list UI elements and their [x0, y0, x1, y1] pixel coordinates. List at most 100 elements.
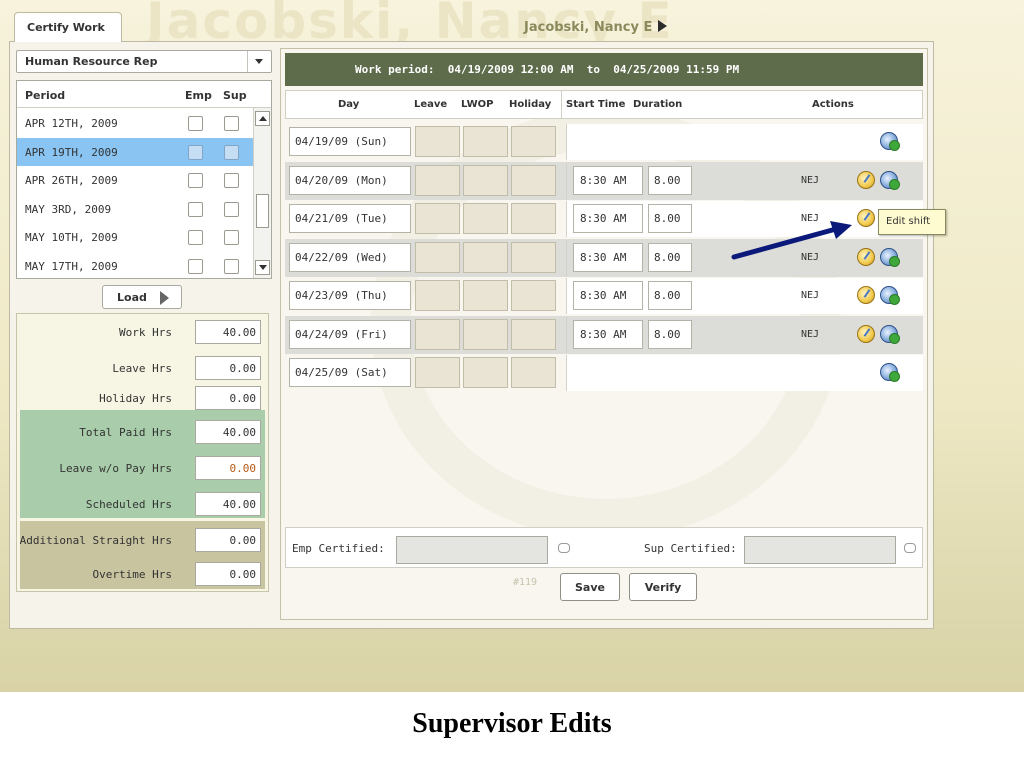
actions-column-header: Actions: [812, 99, 854, 110]
employee-name-header[interactable]: Jacobski, Nancy E: [524, 20, 668, 35]
period-row[interactable]: APR 26TH, 2009: [17, 166, 253, 194]
save-button[interactable]: Save: [560, 573, 620, 601]
add-shift-icon[interactable]: [880, 170, 900, 190]
add-shift-icon[interactable]: [880, 247, 900, 267]
day-row: 04/20/09 (Mon) 8:30 AM 8.00 NEJ: [285, 161, 923, 200]
lwop-cell[interactable]: [463, 357, 508, 388]
shift-area: 8:30 AM 8.00 NEJ: [566, 162, 923, 199]
day-label: 04/22/09 (Wed): [289, 242, 411, 272]
start-time-field[interactable]: 8:30 AM: [573, 281, 643, 310]
leave-cell[interactable]: [415, 164, 460, 196]
sup-checkbox[interactable]: [224, 201, 239, 217]
period-row[interactable]: MAY 17TH, 2009: [17, 252, 253, 280]
scroll-up-icon[interactable]: [255, 111, 270, 126]
sup-checkbox[interactable]: [224, 230, 239, 245]
duration-column-header: Duration: [633, 99, 683, 110]
day-label: 04/25/09 (Sat): [289, 358, 411, 387]
emp-checkbox[interactable]: [188, 201, 203, 217]
summary-label: Total Paid Hrs: [79, 426, 172, 439]
duration-field[interactable]: 8.00: [648, 319, 692, 349]
summary-value: 0.00: [195, 562, 261, 586]
leave-cell[interactable]: [415, 203, 460, 234]
add-shift-icon[interactable]: [880, 286, 900, 305]
day-row: 04/24/09 (Fri) 8:30 AM 8.00 NEJ: [285, 315, 923, 354]
scroll-thumb[interactable]: [256, 194, 269, 228]
lwop-cell[interactable]: [463, 241, 508, 273]
lwop-column-header: LWOP: [461, 99, 494, 110]
edit-shift-icon[interactable]: [857, 170, 875, 189]
start-time-field[interactable]: 8:30 AM: [573, 319, 643, 349]
start-time-field[interactable]: 8:30 AM: [573, 242, 643, 272]
add-shift-icon[interactable]: [880, 363, 900, 382]
start-time-field[interactable]: 8:30 AM: [573, 204, 643, 233]
leave-cell[interactable]: [415, 126, 460, 157]
load-button-label: Load: [117, 291, 147, 304]
shift-area: [566, 124, 923, 160]
column-divider: [561, 91, 562, 118]
sup-checkbox[interactable]: [224, 173, 239, 188]
sup-checkbox[interactable]: [224, 144, 239, 160]
certification-row: Emp Certified: Sup Certified:: [285, 527, 923, 568]
initials: NEJ: [801, 174, 820, 186]
load-button[interactable]: Load: [102, 285, 182, 309]
verify-button[interactable]: Verify: [629, 573, 697, 601]
period-row[interactable]: APR 12TH, 2009: [17, 109, 253, 137]
summary-label: Holiday Hrs: [99, 392, 172, 405]
sup-checkbox[interactable]: [224, 258, 239, 274]
lwop-cell[interactable]: [463, 126, 508, 157]
holiday-cell[interactable]: [511, 241, 556, 273]
add-shift-icon[interactable]: [880, 132, 900, 151]
emp-checkbox[interactable]: [188, 173, 203, 188]
scroll-down-icon[interactable]: [255, 260, 270, 275]
period-row[interactable]: MAY 3RD, 2009: [17, 195, 253, 223]
holiday-cell[interactable]: [511, 357, 556, 388]
add-shift-icon[interactable]: [880, 324, 900, 344]
leave-cell[interactable]: [415, 280, 460, 311]
leave-cell[interactable]: [415, 241, 460, 273]
emp-checkbox[interactable]: [188, 258, 203, 274]
emp-checkbox[interactable]: [188, 116, 203, 131]
sup-comment-icon[interactable]: [904, 543, 916, 553]
period-label: MAY 10TH, 2009: [25, 231, 118, 244]
lwop-cell[interactable]: [463, 164, 508, 196]
period-label: MAY 17TH, 2009: [25, 259, 118, 273]
lwop-cell[interactable]: [463, 203, 508, 234]
initials: NEJ: [801, 328, 820, 340]
forward-arrow-icon: [658, 20, 668, 32]
duration-field[interactable]: 8.00: [648, 165, 692, 195]
emp-checkbox[interactable]: [188, 144, 203, 160]
emp-checkbox[interactable]: [188, 230, 203, 245]
sup-column-header: Sup: [223, 89, 247, 102]
period-label: APR 26TH, 2009: [25, 174, 118, 187]
leave-cell[interactable]: [415, 318, 460, 350]
duration-field[interactable]: 8.00: [648, 281, 692, 310]
holiday-cell[interactable]: [511, 318, 556, 350]
initials: NEJ: [801, 290, 820, 301]
holiday-cell[interactable]: [511, 203, 556, 234]
app-screen: Jacobski, Nancy E Jacobski, Nancy E Cert…: [0, 0, 1024, 692]
duration-field[interactable]: 8.00: [648, 204, 692, 233]
holiday-cell[interactable]: [511, 280, 556, 311]
edit-shift-icon[interactable]: [857, 324, 875, 343]
lwop-cell[interactable]: [463, 318, 508, 350]
period-scrollbar[interactable]: [253, 108, 271, 278]
day-label: 04/20/09 (Mon): [289, 165, 411, 195]
holiday-cell[interactable]: [511, 164, 556, 196]
emp-comment-icon[interactable]: [558, 543, 570, 553]
sup-checkbox[interactable]: [224, 116, 239, 131]
summary-label: Work Hrs: [119, 326, 172, 339]
start-time-field[interactable]: 8:30 AM: [573, 165, 643, 195]
lwop-cell[interactable]: [463, 280, 508, 311]
period-table-header: Period Emp Sup: [17, 81, 271, 108]
edit-shift-icon[interactable]: [857, 286, 875, 304]
role-select[interactable]: Human Resource Rep: [16, 50, 272, 73]
duration-field[interactable]: 8.00: [648, 242, 692, 272]
leave-cell[interactable]: [415, 357, 460, 388]
tab-certify-work[interactable]: Certify Work: [14, 12, 122, 42]
period-column-header: Period: [25, 89, 66, 102]
period-row[interactable]: APR 19TH, 2009: [17, 137, 253, 166]
chevron-down-icon[interactable]: [247, 51, 271, 72]
period-row[interactable]: MAY 10TH, 2009: [17, 223, 253, 251]
summary-label: Overtime Hrs: [92, 568, 172, 581]
holiday-cell[interactable]: [511, 126, 556, 157]
